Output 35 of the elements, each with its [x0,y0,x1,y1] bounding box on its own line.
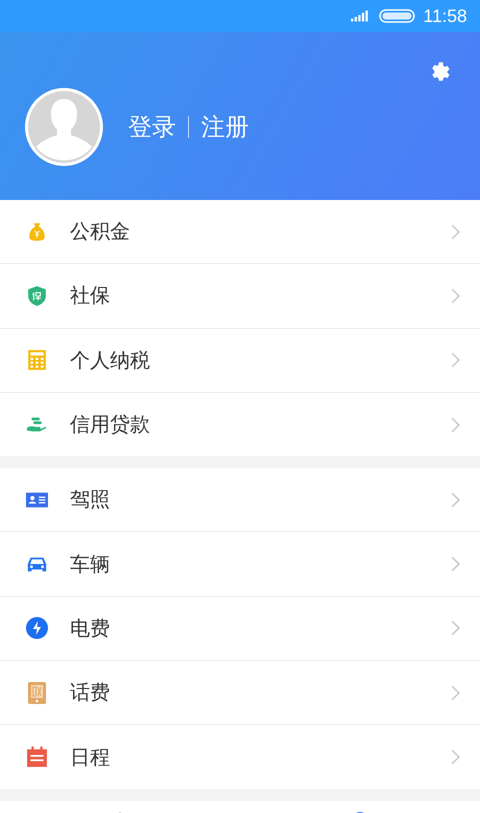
phone-bill-icon [26,682,48,704]
lightning-icon [26,617,48,640]
menu-item[interactable]: 话费 [0,660,480,724]
status-time: 11:58 [423,6,467,26]
menu-label: 车辆 [70,550,111,578]
chevron-right-icon [451,492,460,508]
menu-label: 驾照 [70,486,111,514]
menu-label: 公积金 [70,218,131,246]
menu-label: 日程 [70,744,111,771]
chevron-right-icon [451,224,460,240]
chevron-right-icon [451,620,460,636]
menu-label: 电费 [70,614,111,642]
menu-label: 社保 [70,282,111,310]
menu-item[interactable]: 社保 [0,263,480,328]
chevron-right-icon [451,416,460,433]
menu-label: 话费 [70,679,111,706]
chevron-right-icon [451,684,460,701]
menu-label: 个人纳税 [70,346,151,374]
menu-item[interactable]: 日程 [0,724,480,789]
chevron-right-icon [451,352,460,368]
avatar-icon[interactable] [24,87,104,167]
menu-item[interactable]: 个人纳税 [0,328,480,392]
chevron-right-icon [451,749,460,766]
battery-icon [379,9,416,23]
chevron-right-icon [451,288,460,304]
menu-label: 信用贷款 [70,411,151,438]
menu-item[interactable]: 车辆 [0,531,480,596]
chevron-right-icon [451,556,460,572]
menu-item[interactable]: 公积金 [0,200,480,264]
calendar-icon [26,746,48,768]
menu-item[interactable]: 电费 [0,596,480,660]
shield-icon [26,284,48,307]
menu-item[interactable]: 信用贷款 [0,392,480,456]
calculator-icon [26,349,48,372]
menu-item[interactable]: 驾照 [0,468,480,532]
